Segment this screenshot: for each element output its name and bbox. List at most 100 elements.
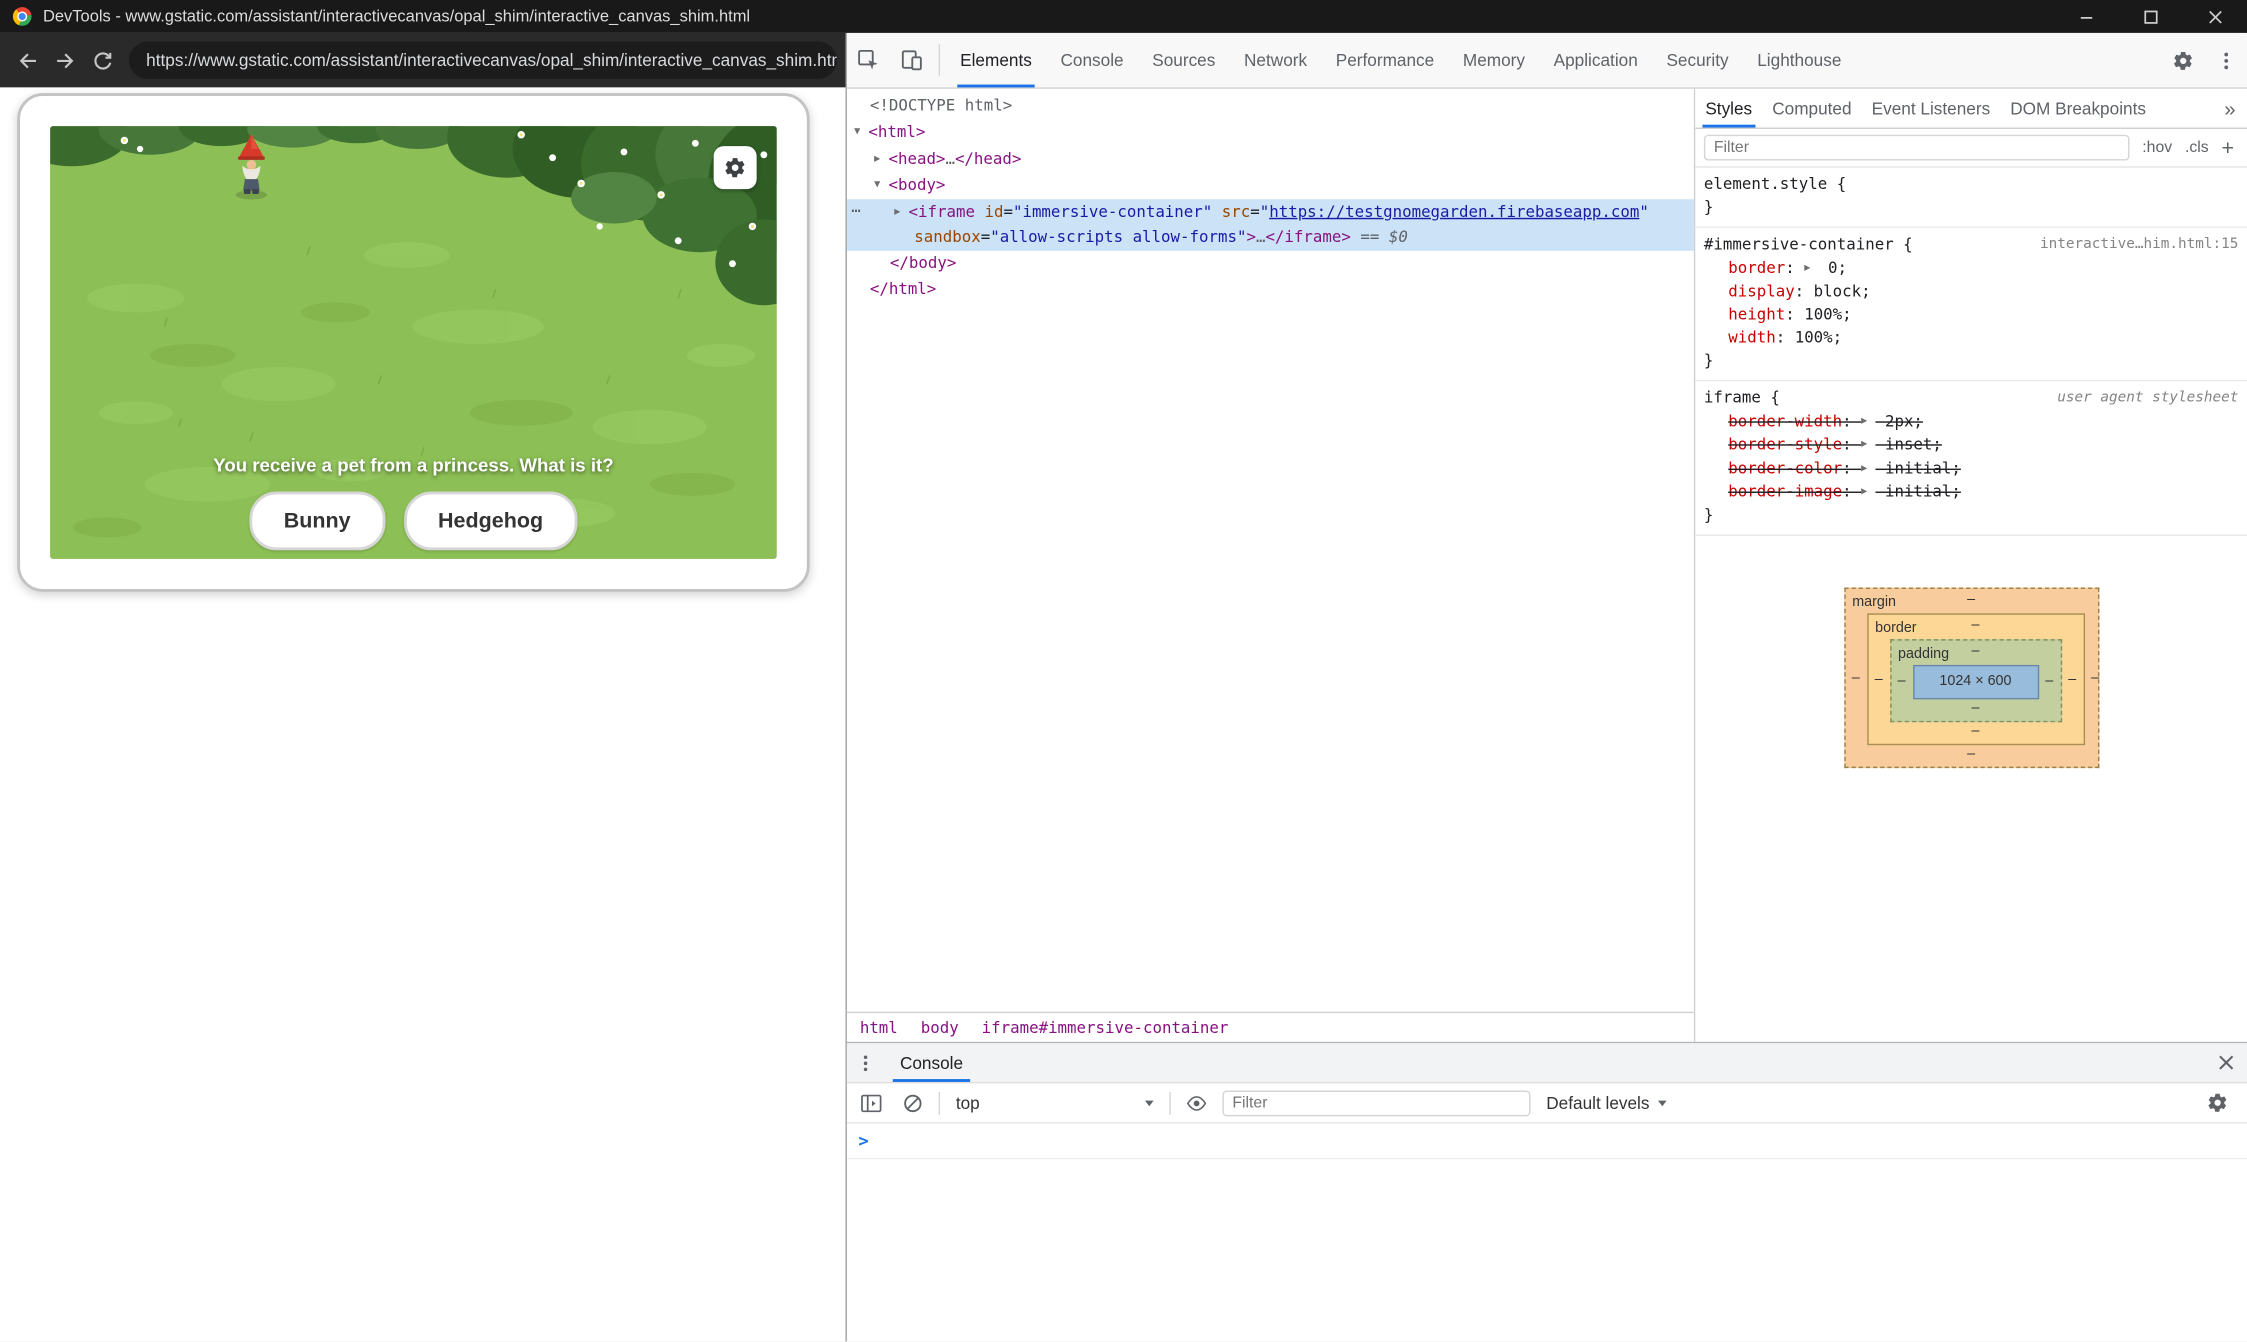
minimize-button[interactable] (2054, 0, 2118, 33)
gear-icon (724, 156, 747, 179)
dom-node-iframe-line2[interactable]: sandbox="allow-scripts allow-forms">…</i… (847, 225, 1694, 251)
css-declaration[interactable]: width: 100%; (1704, 326, 2239, 349)
browser-navbar: https://www.gstatic.com/assistant/intera… (0, 33, 845, 87)
dom-node-html-open[interactable]: ▾<html> (847, 119, 1694, 146)
breadcrumb-html[interactable]: html (860, 1018, 898, 1037)
device-toolbar-button[interactable] (890, 33, 933, 87)
devtools-more-options-button[interactable] (2204, 33, 2247, 87)
dom-node-iframe-selected[interactable]: … ▸<iframe id="immersive-container" src=… (847, 198, 1694, 250)
close-icon (2208, 9, 2222, 23)
choice-bunny-button[interactable]: Bunny (249, 492, 385, 551)
more-tabs-chevron[interactable]: » (2213, 89, 2247, 128)
clear-console-button[interactable] (897, 1093, 929, 1113)
style-rules: element.style { } interactive…him.html:1… (1695, 168, 2247, 1042)
dom-node-head[interactable]: ▸<head>…</head> (847, 145, 1694, 172)
css-declaration[interactable]: border: ▸ 0; (1704, 257, 2239, 281)
devtools-settings-button[interactable] (2161, 33, 2204, 87)
tab-sources[interactable]: Sources (1138, 33, 1230, 87)
breadcrumb-body[interactable]: body (921, 1018, 959, 1037)
box-model-border: border – – (1867, 613, 2085, 745)
devtools-tabs: Elements Console Sources Network Perform… (946, 33, 1856, 87)
devtools-panel: Elements Console Sources Network Perform… (845, 33, 2247, 1341)
console-filter-input[interactable] (1222, 1090, 1530, 1116)
tab-security[interactable]: Security (1652, 33, 1743, 87)
forward-button[interactable] (46, 42, 83, 79)
dom-node-iframe-line1[interactable]: ▸<iframe id="immersive-container" src="h… (847, 198, 1694, 225)
drawer-more-options-button[interactable] (847, 1043, 884, 1082)
toggle-element-classes-button[interactable]: .cls (2185, 139, 2209, 156)
inspect-element-button[interactable] (847, 33, 890, 87)
game-canvas: You receive a pet from a princess. What … (50, 126, 777, 559)
back-button[interactable] (9, 42, 46, 79)
chevron-down-icon (1658, 1100, 1667, 1106)
tab-lighthouse[interactable]: Lighthouse (1743, 33, 1856, 87)
elements-pane: <!DOCTYPE html> ▾<html> ▸<head>…</head> … (847, 89, 1694, 1042)
styles-sidebar: Styles Computed Event Listeners DOM Brea… (1694, 89, 2247, 1042)
maximize-button[interactable] (2118, 0, 2182, 33)
game-choices: Bunny Hedgehog (50, 492, 777, 551)
window-main: https://www.gstatic.com/assistant/intera… (0, 33, 2247, 1341)
device-toolbar-icon (900, 49, 923, 72)
margin-left-value: – (1845, 667, 1866, 690)
url-bar[interactable]: https://www.gstatic.com/assistant/intera… (129, 42, 837, 79)
log-levels-select[interactable]: Default levels (1541, 1093, 1673, 1113)
console-prompt-chevron: > (858, 1131, 868, 1151)
close-drawer-button[interactable] (2204, 1043, 2247, 1082)
toggle-hover-state-button[interactable]: :hov (2142, 139, 2172, 156)
css-declaration-overridden[interactable]: border-style: ▸ inset; (1704, 433, 2239, 457)
choice-hedgehog-button[interactable]: Hedgehog (404, 492, 578, 551)
css-declaration-overridden[interactable]: border-image: ▸ initial; (1704, 480, 2239, 504)
css-declaration[interactable]: display: block; (1704, 280, 2239, 303)
dom-tree: <!DOCTYPE html> ▾<html> ▸<head>…</head> … (847, 89, 1694, 1012)
dom-node-body-close[interactable]: </body> (847, 251, 1694, 277)
console-prompt-row[interactable]: > (847, 1124, 2247, 1160)
javascript-context-select[interactable]: top (950, 1093, 1159, 1113)
eye-icon (1185, 1093, 1208, 1113)
tab-network[interactable]: Network (1230, 33, 1322, 87)
breadcrumb: html body iframe#immersive-container (847, 1012, 1694, 1042)
dom-node-doctype[interactable]: <!DOCTYPE html> (847, 93, 1694, 119)
padding-right-value: – (2038, 670, 2059, 693)
tab-console[interactable]: Console (1046, 33, 1138, 87)
drawer-tab-console[interactable]: Console (884, 1043, 979, 1082)
window-controls (2054, 0, 2247, 33)
box-model-padding: padding – – 1024 × (1889, 638, 2061, 721)
css-declaration-overridden[interactable]: border-width: ▸ 2px; (1704, 409, 2239, 433)
rule-iframe-user-agent[interactable]: user agent stylesheet iframe { border-wi… (1695, 380, 2247, 535)
tab-computed[interactable]: Computed (1762, 89, 1861, 128)
css-declaration-overridden[interactable]: border-color: ▸ initial; (1704, 456, 2239, 480)
live-expression-button[interactable] (1181, 1093, 1213, 1113)
console-sidebar-toggle-button[interactable] (856, 1091, 888, 1114)
tab-application[interactable]: Application (1539, 33, 1652, 87)
border-left-value: – (1868, 669, 1889, 692)
rule-immersive-container[interactable]: interactive…him.html:15 #immersive-conta… (1695, 228, 2247, 381)
styles-filter-row: :hov .cls + (1695, 129, 2247, 168)
tab-elements[interactable]: Elements (946, 33, 1046, 87)
tab-performance[interactable]: Performance (1321, 33, 1448, 87)
toolbar-divider (1169, 1091, 1170, 1114)
gear-icon (2172, 49, 2193, 70)
game-settings-button[interactable] (714, 146, 757, 189)
console-messages-area[interactable]: > (847, 1124, 2247, 1342)
breadcrumb-iframe[interactable]: iframe#immersive-container (982, 1018, 1229, 1037)
new-style-rule-button[interactable]: + (2222, 135, 2239, 159)
dom-overflow-dots[interactable]: … (851, 194, 862, 220)
rule-element-style[interactable]: element.style { } (1695, 168, 2247, 228)
tab-memory[interactable]: Memory (1449, 33, 1540, 87)
css-declaration[interactable]: height: 100%; (1704, 303, 2239, 326)
stylesheet-source-link[interactable]: interactive…him.html:15 (2028, 234, 2238, 257)
console-toolbar: top Default levels (847, 1083, 2247, 1123)
styles-sidebar-tabs: Styles Computed Event Listeners DOM Brea… (1695, 89, 2247, 129)
tab-styles[interactable]: Styles (1695, 89, 1762, 128)
margin-bottom-value: – (1845, 744, 2097, 767)
close-button[interactable] (2183, 0, 2247, 33)
tab-event-listeners[interactable]: Event Listeners (1862, 89, 2001, 128)
console-settings-button[interactable] (2195, 1092, 2238, 1113)
dom-node-body-open[interactable]: ▾<body> (847, 172, 1694, 199)
gear-icon (2206, 1092, 2227, 1113)
window-titlebar: DevTools - www.gstatic.com/assistant/int… (0, 0, 2247, 33)
tab-dom-breakpoints[interactable]: DOM Breakpoints (2000, 89, 2156, 128)
dom-node-html-close[interactable]: </html> (847, 277, 1694, 303)
refresh-button[interactable] (83, 42, 120, 79)
styles-filter-input[interactable] (1704, 135, 2130, 161)
